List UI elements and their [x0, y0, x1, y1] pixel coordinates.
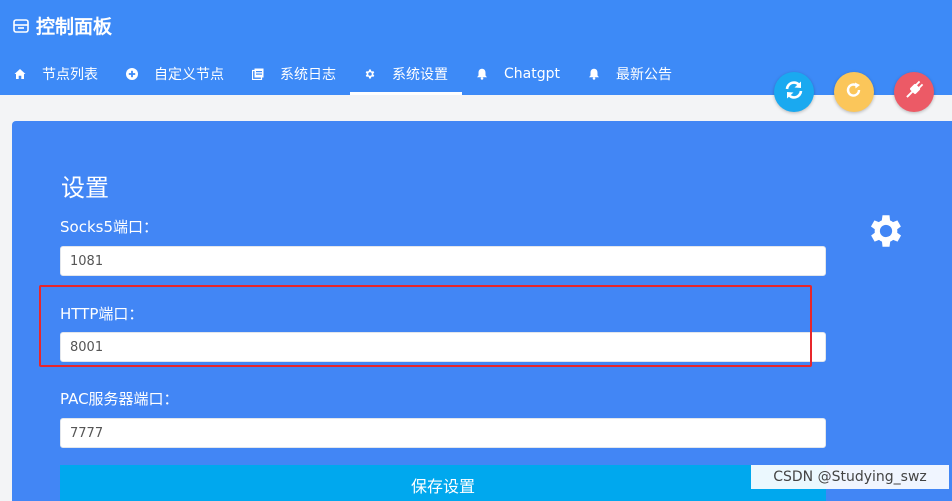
disconnect-button[interactable] [894, 72, 934, 112]
tab-node-list[interactable]: 节点列表 [0, 56, 112, 92]
refresh-icon [845, 81, 863, 103]
log-icon [252, 68, 264, 80]
settings-title: 设置 [61, 174, 109, 202]
sync-button[interactable] [774, 72, 814, 112]
tab-system-log[interactable]: 系统日志 [238, 56, 350, 92]
tab-custom-node[interactable]: 自定义节点 [112, 56, 238, 92]
highlight-box [39, 285, 812, 367]
tab-label: 自定义节点 [154, 67, 224, 83]
sync-icon [783, 79, 805, 105]
tab-label: Chatgpt [504, 66, 560, 82]
app-title-text: 控制面板 [36, 16, 113, 38]
gear-icon [364, 68, 376, 80]
refresh-button[interactable] [834, 72, 874, 112]
home-icon [14, 68, 26, 80]
nav-tabs: 节点列表 自定义节点 系统日志 系统设置 Chatgpt 最新公告 [0, 56, 686, 95]
app-title: 控制面板 [12, 12, 112, 39]
plug-icon [902, 78, 926, 106]
socks5-port-input[interactable] [60, 246, 826, 276]
pac-port-input[interactable] [60, 418, 826, 448]
tab-label: 系统日志 [280, 67, 336, 83]
plus-circle-icon [126, 68, 138, 80]
panel-icon [12, 17, 30, 35]
tab-label: 最新公告 [615, 67, 672, 83]
tab-label: 节点列表 [42, 67, 98, 83]
socks5-port-label: Socks5端口： [60, 218, 158, 236]
tab-label: 系统设置 [392, 67, 448, 83]
watermark: CSDN @Studying_swz [751, 465, 949, 489]
bell-icon [476, 68, 488, 80]
pac-port-label: PAC服务器端口： [60, 390, 179, 408]
bell-icon [588, 68, 600, 80]
tab-system-settings[interactable]: 系统设置 [350, 56, 462, 95]
gear-icon [865, 210, 907, 252]
tab-chatgpt[interactable]: Chatgpt [462, 56, 574, 92]
tab-latest-announcement[interactable]: 最新公告 [574, 56, 686, 92]
